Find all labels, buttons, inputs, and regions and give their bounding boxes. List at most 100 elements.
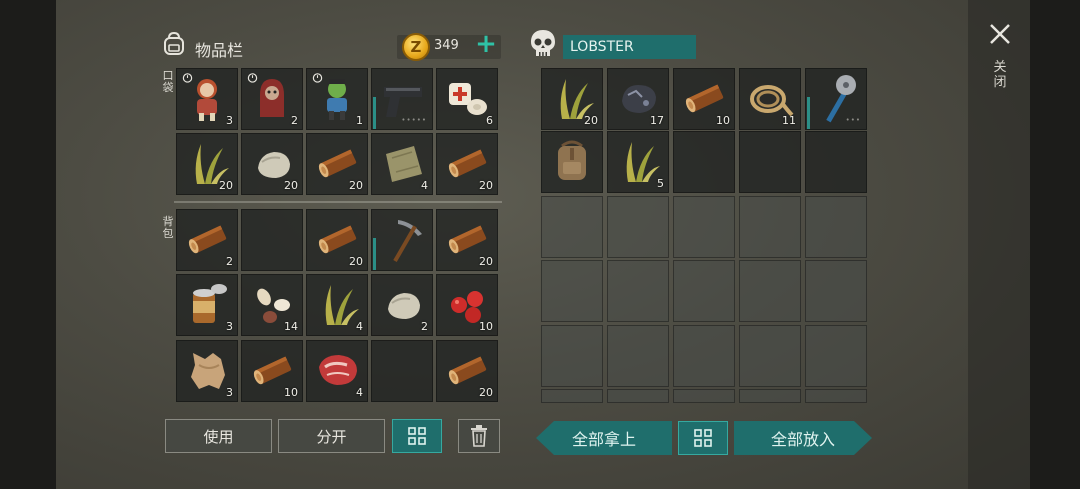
inventory-slot[interactable]: 2 (371, 274, 433, 336)
container-slot[interactable] (541, 131, 603, 193)
container-slot[interactable]: 20 (541, 68, 603, 130)
inventory-slot[interactable] (241, 209, 303, 271)
trash-icon (471, 425, 487, 447)
grid-sort-icon (694, 429, 712, 447)
grid-sort-icon (408, 427, 426, 445)
container-slot[interactable] (739, 196, 801, 258)
container-slot[interactable]: 10 (673, 68, 735, 130)
container-slot[interactable] (607, 196, 669, 258)
container-slot[interactable]: 17 (607, 68, 669, 130)
inventory-slot[interactable]: 2 (176, 209, 238, 271)
trash-button[interactable] (458, 419, 500, 453)
coin-count: 349 (434, 38, 459, 53)
container-slot[interactable] (805, 196, 867, 258)
container-slot[interactable] (805, 325, 867, 387)
container-slot[interactable]: 11 (739, 68, 801, 130)
item-count: 10 (479, 320, 493, 333)
backpack-header-icon (164, 31, 184, 55)
item-count: 2 (291, 114, 298, 127)
container-slot[interactable] (541, 325, 603, 387)
container-slot[interactable] (673, 260, 735, 322)
inventory-slot[interactable]: 4 (371, 133, 433, 195)
inventory-slot[interactable]: 4 (306, 340, 368, 402)
container-slot[interactable] (805, 260, 867, 322)
inventory-slot[interactable]: 10 (436, 274, 498, 336)
inventory-slot[interactable]: 3 (176, 274, 238, 336)
container-slot[interactable] (607, 260, 669, 322)
use-button[interactable]: 使用 (165, 419, 272, 453)
item-count: 10 (284, 386, 298, 399)
inventory-slot[interactable]: 20 (306, 209, 368, 271)
item-count: 4 (356, 320, 363, 333)
put-all-button[interactable]: 全部放入 (734, 421, 872, 455)
split-button[interactable]: 分开 (278, 419, 385, 453)
inventory-slot[interactable]: 20 (436, 340, 498, 402)
container-slot[interactable] (607, 389, 669, 403)
close-label[interactable]: 关闭 (992, 60, 1008, 90)
item-count: 20 (584, 114, 598, 127)
screen-edge-left (0, 0, 56, 489)
item-count: 6 (486, 114, 493, 127)
inventory-slot[interactable]: 14 (241, 274, 303, 336)
inventory-slot[interactable]: 20 (241, 133, 303, 195)
container-slot[interactable] (673, 389, 735, 403)
container-slot[interactable] (607, 325, 669, 387)
inventory-slot[interactable]: 3 (176, 68, 238, 130)
item-count: 11 (782, 114, 796, 127)
inventory-slot[interactable] (371, 209, 433, 271)
screen-edge-right (1030, 0, 1080, 489)
container-slot[interactable] (739, 131, 801, 193)
sort-inventory-button[interactable] (392, 419, 442, 453)
inventory-slot[interactable]: 6 (436, 68, 498, 130)
container-slot[interactable] (541, 260, 603, 322)
backpack-label: 背包 (162, 215, 174, 240)
item-count: 1 (356, 114, 363, 127)
container-slot[interactable] (541, 389, 603, 403)
inventory-slot[interactable]: 2 (241, 68, 303, 130)
sort-container-button[interactable] (678, 421, 728, 455)
take-all-button[interactable]: 全部拿上 (536, 421, 672, 455)
container-slot[interactable]: 5 (607, 131, 669, 193)
close-icon[interactable] (988, 22, 1012, 46)
container-slot[interactable]: ••• (805, 68, 867, 130)
condition-dots: ••• (845, 116, 861, 124)
durability-bar (373, 238, 376, 270)
container-slot[interactable] (673, 196, 735, 258)
container-slot[interactable] (673, 325, 735, 387)
inventory-slot[interactable]: 10 (241, 340, 303, 402)
inventory-slot[interactable]: 20 (436, 209, 498, 271)
inventory-slot[interactable]: ••••• (371, 68, 433, 130)
item-count: 20 (284, 179, 298, 192)
inventory-slot[interactable]: 1 (306, 68, 368, 130)
item-count: 20 (349, 179, 363, 192)
item-count: 14 (284, 320, 298, 333)
container-slot[interactable] (805, 389, 867, 403)
item-count: 17 (650, 114, 664, 127)
pocket-backpack-divider (174, 201, 502, 203)
pocket-label: 口袋 (162, 69, 174, 94)
item-count: 20 (479, 386, 493, 399)
coin-icon: Z (402, 33, 430, 61)
item-count: 20 (479, 255, 493, 268)
item-count: 3 (226, 114, 233, 127)
inventory-slot[interactable]: 20 (306, 133, 368, 195)
item-count: 4 (356, 386, 363, 399)
durability-bar (373, 97, 376, 129)
container-slot[interactable] (739, 389, 801, 403)
container-slot[interactable] (739, 260, 801, 322)
add-coins-button[interactable]: + (474, 31, 498, 57)
inventory-slot[interactable]: 20 (176, 133, 238, 195)
item-count: 20 (219, 179, 233, 192)
container-slot[interactable] (805, 131, 867, 193)
container-slot[interactable] (739, 325, 801, 387)
condition-dots: ••••• (401, 116, 427, 124)
inventory-slot[interactable]: 4 (306, 274, 368, 336)
container-slot[interactable] (541, 196, 603, 258)
inventory-slot[interactable]: 3 (176, 340, 238, 402)
inventory-title: 物品栏 (195, 41, 244, 60)
inventory-slot[interactable]: 20 (436, 133, 498, 195)
item-count: 10 (716, 114, 730, 127)
container-slot[interactable] (673, 131, 735, 193)
inventory-slot[interactable] (371, 340, 433, 402)
container-name-label: LOBSTER (563, 35, 696, 59)
